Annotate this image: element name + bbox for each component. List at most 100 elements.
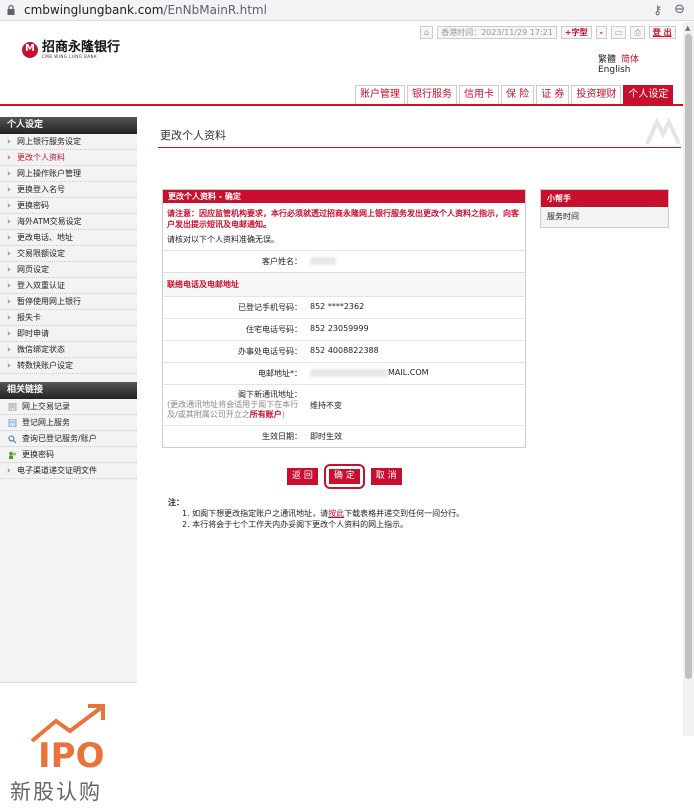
- home-phone-label: 住宅电话号码：: [246, 325, 302, 334]
- mobile-row: 已登记手机号码： 852 ****2362: [163, 296, 525, 318]
- mobile-label: 已登记手机号码：: [238, 303, 302, 312]
- print-icon[interactable]: ⎙: [630, 25, 645, 39]
- note-1: 1. 如阁下想更改指定账户之通讯地址，请按此下载表格并递交到任何一间分行。: [168, 508, 464, 519]
- users-icon: [9, 451, 16, 459]
- nav-insurance[interactable]: 保 险: [501, 85, 535, 104]
- address-row: 阁下新通讯地址： (更改通讯地址将会适用于阁下在本行及/或其附属公司开立之所有账…: [163, 384, 525, 425]
- sidebar-item[interactable]: 交易限额设定: [0, 246, 137, 262]
- sidebar-item[interactable]: 网页设定: [0, 262, 137, 278]
- screen-icon[interactable]: ▭: [610, 25, 627, 39]
- sidebar-item[interactable]: 网上操作账户管理: [0, 166, 137, 182]
- note-2: 2. 本行将会于七个工作天内办妥阁下更改个人资料的网上指示。: [182, 520, 409, 529]
- note-1-text-end: 下载表格并递交到任何一间分行。: [344, 509, 465, 518]
- link-label: 更换密码: [22, 450, 54, 459]
- email-row: 电邮地址*： MAIL.COM: [163, 362, 525, 384]
- email-value: MAIL.COM: [388, 368, 429, 377]
- sidebar-item[interactable]: 网上银行服务设定: [0, 134, 137, 150]
- sidebar-item[interactable]: 更改电话、地址: [0, 230, 137, 246]
- hk-time-value: 2023/11/29 17:21: [481, 27, 553, 37]
- nav-securities[interactable]: 证 券: [536, 85, 570, 104]
- notes-title: 注：: [168, 498, 184, 507]
- email-masked-part: [310, 368, 388, 377]
- sidebar-item[interactable]: 即时申请: [0, 326, 137, 342]
- mobile-value: 852 ****2362: [310, 302, 365, 311]
- confirm-text: 请核对以下个人资料准确无误。: [167, 235, 279, 244]
- url-text[interactable]: cmbwinglungbank.com/EnNbMainR.html: [24, 3, 267, 17]
- logo-cn: 招商永隆银行: [42, 40, 121, 55]
- url-path: /EnNbMainR.html: [163, 3, 267, 17]
- link-label: 登记网上服务: [22, 418, 70, 427]
- cancel-button[interactable]: 取 消: [370, 468, 402, 485]
- sidebar-item[interactable]: 更换登入名号: [0, 182, 137, 198]
- notes-section: 注： 1. 如阁下想更改指定账户之通讯地址，请按此下载表格并递交到任何一间分行。…: [168, 497, 464, 530]
- zoom-icon[interactable]: ⊖: [674, 2, 685, 17]
- contact-section-heading: 联络电话及电邮地址: [163, 272, 525, 296]
- warning-text: 请注意：因应监管机构要求，本行必须就透过招商永隆网上银行服务发出更改个人资料之指…: [167, 209, 519, 229]
- document-icon: [8, 403, 17, 411]
- nav-bank-services[interactable]: 银行服务: [407, 85, 457, 104]
- url-domain: cmbwinglungbank.com: [24, 3, 164, 17]
- nav-credit-card[interactable]: 信用卡: [459, 85, 499, 104]
- ipo-banner[interactable]: IPO 新股认购: [0, 682, 137, 812]
- related-links-heading: 相关链接: [0, 382, 137, 399]
- helper-service-hours-link[interactable]: 服务时间: [541, 207, 668, 227]
- back-button[interactable]: 返 回: [287, 468, 318, 485]
- helper-panel: 小帮手 服务时间: [540, 189, 669, 228]
- lang-sc-link[interactable]: 简体: [621, 55, 639, 65]
- link-transaction-record[interactable]: 网上交易记录: [0, 399, 137, 415]
- page: 招商永隆银行 CMB WING LUNG BANK ⌂ 香港时间：2023/11…: [0, 21, 683, 812]
- helper-heading: 小帮手: [541, 190, 668, 207]
- lang-tc-link[interactable]: 繁體: [598, 55, 616, 65]
- sidebar-list: 网上银行服务设定 更改个人资料 网上操作账户管理 更换登入名号 更换密码 海外A…: [0, 134, 137, 374]
- sidebar-item[interactable]: 海外ATM交易设定: [0, 214, 137, 230]
- register-icon: [8, 419, 17, 427]
- confirm-button-frame[interactable]: 确 定: [323, 464, 365, 489]
- link-label: 查询已登记服务/账户: [22, 434, 97, 443]
- hk-time: 香港时间：2023/11/29 17:21: [437, 25, 557, 39]
- panel-heading: 更改个人资料 - 确定: [163, 190, 525, 203]
- office-phone-label: 办事处电话号码：: [238, 347, 302, 356]
- browser-address-bar: cmbwinglungbank.com/EnNbMainR.html ⚷ ⊖: [0, 0, 694, 21]
- home-icon[interactable]: ⌂: [420, 25, 434, 39]
- address-note-bold: 所有账户: [249, 410, 282, 419]
- confirm-button[interactable]: 确 定: [328, 469, 360, 484]
- link-change-password[interactable]: 更换密码: [0, 447, 137, 463]
- logout-button[interactable]: 登 出: [648, 25, 676, 39]
- sidebar-item[interactable]: 微信绑定状态: [0, 342, 137, 358]
- scroll-up-icon[interactable]: ▲: [685, 24, 690, 32]
- sidebar-item[interactable]: 转数快账户设定: [0, 358, 137, 374]
- key-icon[interactable]: ⚷: [653, 3, 662, 17]
- ipo-cn-text: 新股认购: [10, 780, 102, 804]
- sidebar-item[interactable]: 报失卡: [0, 310, 137, 326]
- vertical-scrollbar[interactable]: ▲: [683, 22, 694, 736]
- bank-logo[interactable]: 招商永隆银行 CMB WING LUNG BANK: [22, 41, 120, 59]
- sidebar-item[interactable]: 登入双重认证: [0, 278, 137, 294]
- search-icon: [8, 435, 17, 443]
- home-phone-value: 852 23059999: [310, 324, 369, 333]
- link-submit-documents[interactable]: 电子渠道递交证明文件: [0, 463, 137, 479]
- nav-personal-settings[interactable]: 个人设定: [623, 85, 674, 104]
- language-switch: 繁體 简体 English: [598, 52, 644, 75]
- confirm-panel: 更改个人资料 - 确定 请注意：因应监管机构要求，本行必须就透过招商永隆网上银行…: [162, 189, 526, 448]
- action-buttons: 返 回 确 定 取 消: [287, 464, 402, 489]
- name-label: 客户姓名：: [262, 257, 302, 266]
- office-phone-value: 852 4008822388: [310, 346, 379, 355]
- font-decrease-button[interactable]: -: [595, 25, 607, 39]
- logo-mark-icon: [22, 42, 38, 58]
- sidebar-item-active[interactable]: 更改个人资料: [0, 150, 137, 166]
- nav-account-management[interactable]: 账户管理: [355, 85, 405, 104]
- link-query-services[interactable]: 查询已登记服务/账户: [0, 431, 137, 447]
- link-register-service[interactable]: 登记网上服务: [0, 415, 137, 431]
- download-form-link[interactable]: 按此: [328, 509, 344, 518]
- font-increase-button[interactable]: +字型: [560, 25, 592, 39]
- lang-en-link[interactable]: English: [598, 65, 631, 75]
- effective-date-value: 即时生效: [310, 432, 342, 441]
- nav-investment[interactable]: 投资理财: [571, 85, 622, 104]
- office-phone-row: 办事处电话号码： 852 4008822388: [163, 340, 525, 362]
- sidebar-item[interactable]: 暂停使用网上银行: [0, 294, 137, 310]
- scrollbar-thumb[interactable]: [685, 34, 692, 679]
- ipo-text: IPO: [38, 736, 105, 776]
- name-masked-value: [310, 256, 336, 265]
- sidebar-item[interactable]: 更换密码: [0, 198, 137, 214]
- note-1-text: 1. 如阁下想更改指定账户之通讯地址，请: [182, 509, 329, 518]
